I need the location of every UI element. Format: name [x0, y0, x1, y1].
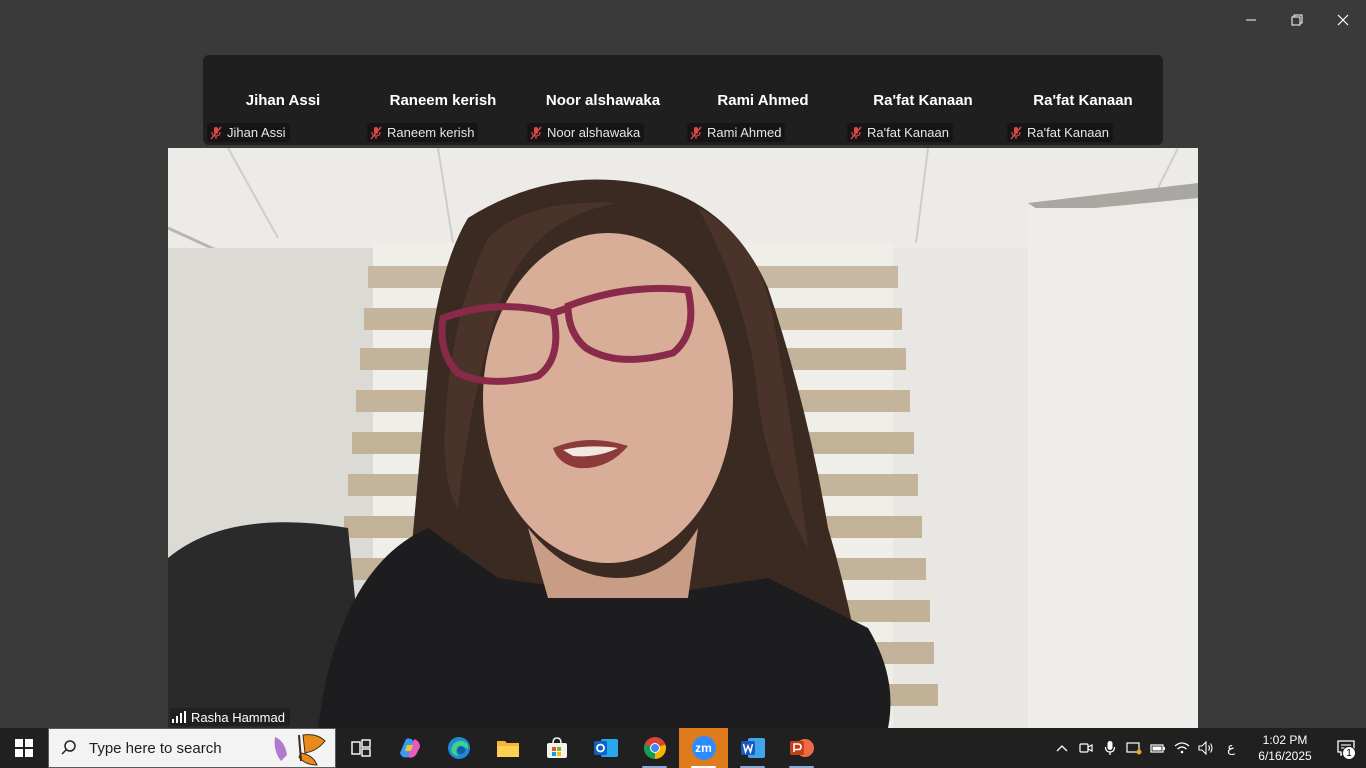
speaker-volume-icon [1198, 741, 1213, 755]
participant-name: Jihan Assi [245, 92, 321, 109]
camera-icon [1079, 743, 1093, 753]
taskbar-clock[interactable]: 1:02 PM 6/16/2025 [1244, 732, 1326, 764]
active-speaker-video[interactable]: Rasha Hammad [168, 148, 1198, 728]
active-speaker-name: Rasha Hammad [191, 709, 285, 725]
participant-name: Noor alshawaka [545, 92, 661, 109]
participant-strip: Jihan Assi Jihan Assi Raneem kerish Rane… [203, 55, 1163, 145]
search-icon [49, 739, 89, 757]
butterfly-illustration-icon [274, 734, 326, 766]
participant-tile[interactable]: Ra'fat Kanaan Ra'fat Kanaan [843, 55, 1003, 145]
participant-tile[interactable]: Ra'fat Kanaan Ra'fat Kanaan [1003, 55, 1163, 145]
participant-label: Rami Ahmed [687, 123, 786, 142]
participant-label-text: Rami Ahmed [707, 125, 782, 140]
participant-name: Ra'fat Kanaan [873, 92, 973, 109]
participant-name: Raneem kerish [389, 92, 497, 109]
mic-muted-icon [210, 126, 222, 139]
close-button[interactable] [1320, 0, 1366, 40]
participant-tile[interactable]: Raneem kerish Raneem kerish [363, 55, 523, 145]
word-icon [740, 738, 765, 758]
mic-muted-icon [530, 126, 542, 139]
battery-tray-button[interactable] [1146, 728, 1170, 768]
minimize-button[interactable] [1228, 0, 1274, 40]
restore-icon [1291, 14, 1303, 26]
start-button[interactable] [0, 728, 48, 768]
search-placeholder: Type here to search [89, 739, 222, 757]
clock-date: 6/16/2025 [1258, 749, 1312, 763]
microsoft-store-button[interactable] [532, 728, 581, 768]
task-view-button[interactable] [336, 728, 385, 768]
participant-label-text: Raneem kerish [387, 125, 475, 140]
notification-count-badge: 1 [1342, 746, 1356, 760]
window-controls [1228, 0, 1366, 40]
task-view-icon [350, 739, 371, 757]
mic-muted-icon [850, 126, 862, 139]
participant-label-text: Ra'fat Kanaan [1027, 125, 1109, 140]
show-hidden-icons-button[interactable] [1050, 728, 1074, 768]
active-speaker-label: Rasha Hammad [170, 708, 290, 726]
speaker-video-frame [168, 148, 1198, 728]
restore-button[interactable] [1274, 0, 1320, 40]
participant-label-text: Ra'fat Kanaan [867, 125, 949, 140]
wifi-icon [1174, 742, 1190, 754]
participant-label: Jihan Assi [207, 123, 290, 142]
participant-name: Ra'fat Kanaan [1033, 92, 1133, 109]
chrome-icon [643, 737, 666, 759]
close-icon [1337, 14, 1349, 26]
store-icon [546, 737, 567, 758]
participant-label-text: Noor alshawaka [547, 125, 641, 140]
file-explorer-button[interactable] [483, 728, 532, 768]
camera-tray-button[interactable] [1074, 728, 1098, 768]
participant-tile[interactable]: Jihan Assi Jihan Assi [203, 55, 363, 145]
battery-icon [1150, 744, 1165, 753]
outlook-icon [593, 739, 618, 757]
participant-label: Ra'fat Kanaan [1007, 123, 1113, 142]
system-tray: ع 1:02 PM 6/16/2025 1 [1050, 728, 1366, 768]
copilot-icon [399, 738, 420, 758]
participant-tile[interactable]: Rami Ahmed Rami Ahmed [683, 55, 843, 145]
input-language-indicator[interactable]: ع [1218, 740, 1244, 756]
volume-tray-button[interactable] [1194, 728, 1218, 768]
windows-logo-icon [15, 739, 33, 757]
folder-icon [496, 741, 519, 757]
mic-muted-icon [370, 126, 382, 139]
participant-label-text: Jihan Assi [227, 125, 286, 140]
signal-strength-icon [172, 711, 186, 723]
word-button[interactable] [728, 728, 777, 768]
microphone-tray-button[interactable] [1098, 728, 1122, 768]
powerpoint-icon [789, 739, 814, 757]
screen-share-tray-button[interactable] [1122, 728, 1146, 768]
edge-browser-icon [447, 737, 470, 759]
notification-center-button[interactable]: 1 [1326, 728, 1366, 768]
clock-time: 1:02 PM [1262, 733, 1308, 747]
chrome-button[interactable] [630, 728, 679, 768]
minimize-icon [1246, 19, 1256, 21]
participant-label: Raneem kerish [367, 123, 479, 142]
zoom-icon-label: zm [695, 741, 712, 755]
participant-tile[interactable]: Noor alshawaka Noor alshawaka [523, 55, 683, 145]
zoom-button[interactable]: zm [679, 728, 728, 768]
participant-label: Ra'fat Kanaan [847, 123, 953, 142]
outlook-button[interactable] [581, 728, 630, 768]
copilot-button[interactable] [385, 728, 434, 768]
taskbar-search-box[interactable]: Type here to search [48, 728, 336, 768]
wifi-tray-button[interactable] [1170, 728, 1194, 768]
chevron-up-icon [1056, 745, 1068, 752]
edge-button[interactable] [434, 728, 483, 768]
participant-label: Noor alshawaka [527, 123, 645, 142]
mic-muted-icon [690, 126, 702, 139]
powerpoint-button[interactable] [777, 728, 826, 768]
microphone-icon [1104, 741, 1116, 755]
screen-share-icon [1126, 742, 1142, 755]
windows-taskbar: Type here to search zm ع 1:02 PM 6/16/20… [0, 728, 1366, 768]
mic-muted-icon [1010, 126, 1022, 139]
participant-name: Rami Ahmed [717, 92, 809, 109]
